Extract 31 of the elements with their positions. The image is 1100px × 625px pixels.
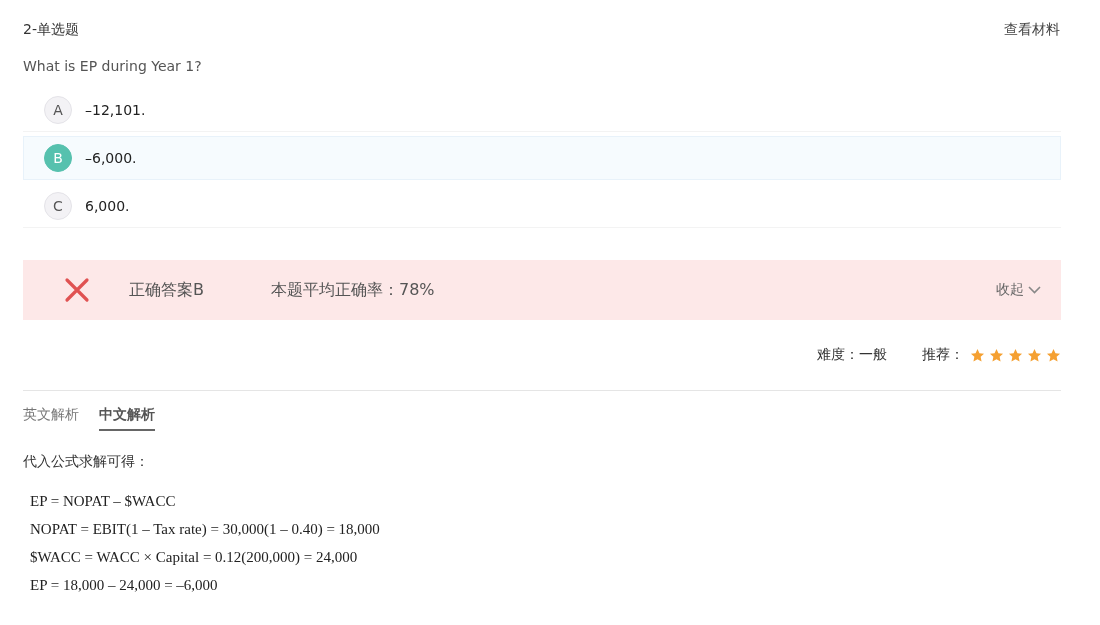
recommend-label: 推荐： bbox=[922, 346, 964, 364]
wrong-cross-icon bbox=[64, 277, 90, 303]
formula-line: EP = NOPAT – $WACC bbox=[30, 492, 177, 511]
option-letter-badge: A bbox=[44, 95, 72, 124]
chevron-down-icon bbox=[1028, 286, 1041, 294]
star-icon bbox=[1008, 347, 1023, 363]
explanation-tab[interactable]: 中文解析 bbox=[99, 406, 155, 431]
star-icon bbox=[989, 347, 1004, 363]
formula-line: $WACC = WACC × Capital = 0.12(200,000) = 24,000 bbox=[30, 548, 359, 567]
star-icon bbox=[1027, 347, 1042, 363]
formula-line: NOPAT = EBIT(1 – Tax rate) = 30,000(1 – 0.40) = 18,000 bbox=[30, 520, 381, 539]
question-text: What is EP during Year 1? bbox=[23, 58, 203, 76]
average-rate-text: 本题平均正确率：78% bbox=[271, 279, 435, 301]
option-letter-badge: B bbox=[44, 144, 72, 172]
correct-answer-text: 正确答案B bbox=[129, 279, 204, 301]
option-text: 6,000. bbox=[85, 197, 130, 214]
answer-option[interactable]: C 6,000. bbox=[23, 184, 1061, 228]
star-icon bbox=[1046, 347, 1061, 363]
difficulty-text: 难度：一般 bbox=[817, 346, 887, 364]
collapse-button[interactable]: 收起 bbox=[996, 281, 1041, 299]
explanation-tab[interactable]: 英文解析 bbox=[23, 406, 79, 431]
question-type-title: 2-单选题 bbox=[23, 21, 79, 39]
option-letter-badge: C bbox=[44, 191, 72, 220]
formula-line: EP = 18,000 – 24,000 = –6,000 bbox=[30, 576, 219, 595]
view-material-link[interactable]: 查看材料 bbox=[1004, 21, 1060, 39]
option-text: –6,000. bbox=[85, 150, 137, 166]
explanation-intro: 代入公式求解可得： bbox=[23, 453, 150, 471]
answer-option[interactable]: B –6,000. bbox=[23, 136, 1061, 180]
option-text: –12,101. bbox=[85, 101, 146, 118]
answer-option[interactable]: A –12,101. bbox=[23, 88, 1061, 132]
star-icon bbox=[970, 347, 985, 363]
